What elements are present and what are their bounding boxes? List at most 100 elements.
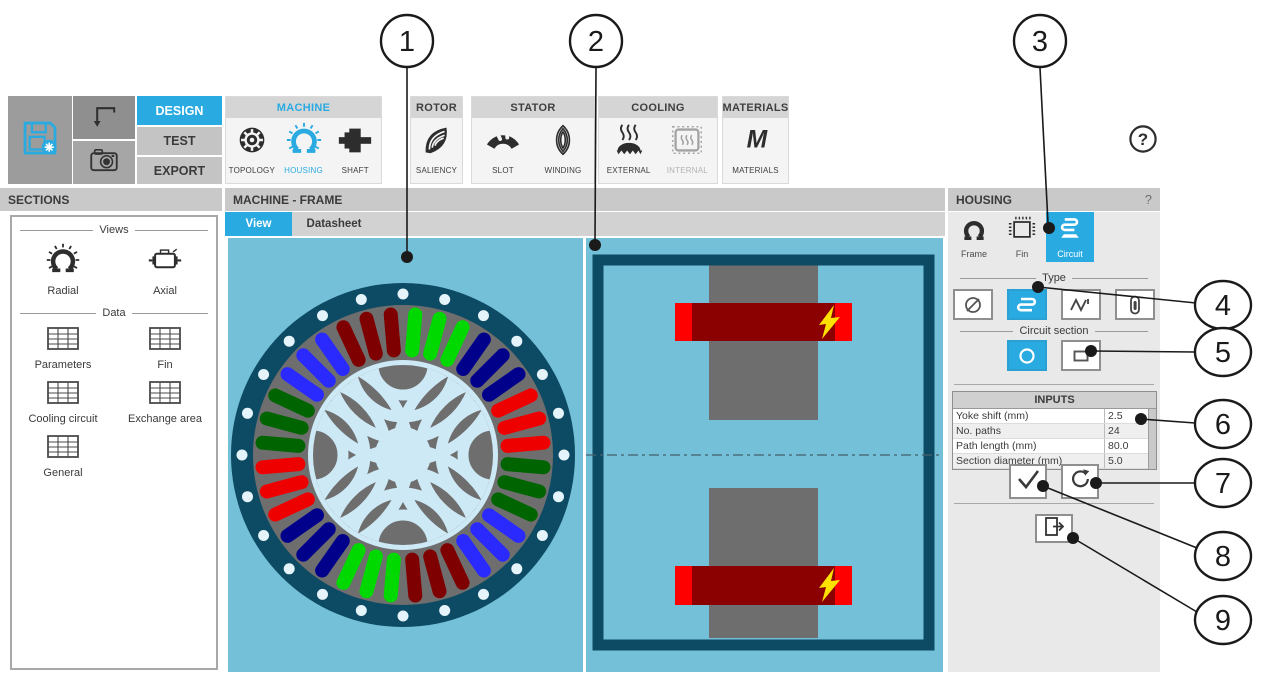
help-button[interactable]: ?: [1128, 124, 1158, 156]
ribbon-group-cooling: COOLING EXTERNAL INTERNAL: [598, 96, 718, 184]
circuit-section-legend: Circuit section: [960, 325, 1148, 337]
data-item-label: General: [43, 467, 83, 479]
tab-view[interactable]: View: [225, 212, 292, 236]
reset-button[interactable]: [1061, 464, 1099, 499]
data-legend: Data: [20, 307, 208, 319]
ribbon-item-label: SHAFT: [341, 166, 369, 175]
housing-header: HOUSING ?: [948, 188, 1160, 211]
housing-tab-label: Circuit: [1057, 249, 1083, 259]
callout-circle-2: [568, 13, 624, 69]
ribbon-item-saliency[interactable]: SALIENCY: [411, 121, 462, 175]
save-button[interactable]: [8, 96, 72, 184]
rectangular-section-button[interactable]: [1061, 340, 1101, 371]
machine-frame-title: MACHINE - FRAME: [233, 192, 343, 207]
ribbon-item-label: INTERNAL: [666, 166, 708, 175]
application-window: DESIGN TEST EXPORT MACHINE TOPOLOGY HOUS…: [0, 0, 1271, 698]
housing-tab-circuit[interactable]: Circuit: [1046, 212, 1094, 262]
snapshot-button[interactable]: [73, 141, 135, 184]
callout-circle-3: [1012, 13, 1068, 69]
refresh-icon: [1068, 467, 1092, 496]
housing-title: HOUSING: [956, 192, 1013, 207]
topology-icon: [233, 121, 271, 164]
view-item-axial[interactable]: Axial: [147, 242, 183, 297]
ribbon-item-external[interactable]: EXTERNAL: [600, 121, 658, 175]
ribbon-item-housing[interactable]: HOUSING: [278, 121, 330, 175]
ribbon-item-winding[interactable]: WINDING: [534, 121, 592, 175]
view-tabstrip: View Datasheet: [225, 212, 945, 236]
tab-test[interactable]: TEST: [137, 127, 222, 155]
callout-number: 2: [588, 26, 604, 58]
winding-icon: [544, 121, 582, 164]
circular-section-button[interactable]: [1007, 340, 1047, 371]
housing-tab-frame[interactable]: Frame: [950, 212, 998, 262]
export-view-button[interactable]: [1035, 514, 1073, 543]
callout-number: 6: [1215, 409, 1231, 441]
inputs-table: INPUTS Yoke shift (mm) 2.5 No. paths 24 …: [952, 391, 1157, 470]
ribbon-item-slot[interactable]: SLOT: [474, 121, 532, 175]
housing-tab-fin[interactable]: Fin: [998, 212, 1046, 262]
radial-view-icon: [45, 242, 81, 283]
ribbon-item-label: WINDING: [544, 166, 582, 175]
circuit-type-none-button[interactable]: [953, 289, 993, 320]
tab-design[interactable]: DESIGN: [137, 96, 222, 125]
callout-circle-6: [1193, 398, 1253, 450]
tab-export[interactable]: EXPORT: [137, 157, 222, 184]
data-item-exchange-area[interactable]: Exchange area: [128, 379, 202, 425]
housing-help-icon[interactable]: ?: [1145, 192, 1152, 207]
machine-frame-header: MACHINE - FRAME: [225, 188, 945, 211]
ribbon-item-label: HOUSING: [284, 166, 323, 175]
ribbon-item-internal[interactable]: INTERNAL: [658, 121, 716, 175]
circuit-type-serpentine-button[interactable]: [1007, 289, 1047, 320]
data-item-parameters[interactable]: Parameters: [34, 325, 92, 371]
data-item-label: Parameters: [34, 359, 92, 371]
ribbon-item-topology[interactable]: TOPOLOGY: [226, 121, 278, 175]
table-row[interactable]: Yoke shift (mm) 2.5: [953, 409, 1156, 424]
internal-cooling-icon: [668, 121, 706, 164]
group-title-materials: MATERIALS: [722, 97, 788, 118]
housing-icon: [285, 121, 323, 164]
ribbon-item-shaft[interactable]: SHAFT: [329, 121, 381, 175]
callout-circle-5: [1193, 326, 1253, 378]
ribbon-item-materials[interactable]: M MATERIALS: [727, 121, 785, 175]
table-icon: [46, 325, 80, 357]
data-item-general[interactable]: General: [43, 433, 83, 479]
axial-view-canvas: [586, 238, 943, 672]
data-item-fin[interactable]: Fin: [148, 325, 182, 371]
ribbon-item-label: TOPOLOGY: [228, 166, 276, 175]
table-row[interactable]: Path length (mm) 80.0: [953, 439, 1156, 454]
housing-tab-label: Fin: [1015, 249, 1029, 259]
table-icon: [46, 433, 80, 465]
input-label: Path length (mm): [953, 439, 1105, 453]
view-item-label: Axial: [153, 285, 177, 297]
frame-icon: [959, 215, 989, 248]
circuit-type-pill-button[interactable]: [1115, 289, 1155, 320]
circuit-icon: [1055, 215, 1085, 248]
data-item-cooling-circuit[interactable]: Cooling circuit: [28, 379, 98, 425]
axial-view-icon: [147, 242, 183, 283]
type-legend: Type: [960, 272, 1148, 284]
shaft-icon: [336, 121, 374, 164]
divider: [954, 503, 1154, 504]
view-item-radial[interactable]: Radial: [45, 242, 81, 297]
undo-arrow-icon: [86, 98, 122, 137]
ribbon-group-rotor: ROTOR SALIENCY: [410, 96, 463, 184]
table-icon: [148, 325, 182, 357]
callout-number: 8: [1215, 541, 1231, 573]
inputs-table-title: INPUTS: [953, 392, 1156, 409]
external-cooling-icon: [610, 121, 648, 164]
table-scrollbar[interactable]: [1148, 409, 1156, 469]
view-item-label: Radial: [47, 285, 79, 297]
tab-datasheet[interactable]: Datasheet: [297, 212, 371, 236]
undo-button[interactable]: [73, 96, 135, 139]
rotor-shaft: [375, 427, 431, 483]
camera-icon: [86, 143, 122, 182]
housing-tab-label: Frame: [960, 249, 987, 259]
sections-title: SECTIONS: [8, 192, 70, 207]
table-row[interactable]: No. paths 24: [953, 424, 1156, 439]
circuit-type-zigzag-button[interactable]: [1061, 289, 1101, 320]
svg-text:?: ?: [1138, 130, 1148, 149]
apply-button[interactable]: [1009, 464, 1047, 499]
callout-number: 3: [1032, 26, 1048, 58]
table-icon: [46, 379, 80, 411]
input-label: No. paths: [953, 424, 1105, 438]
